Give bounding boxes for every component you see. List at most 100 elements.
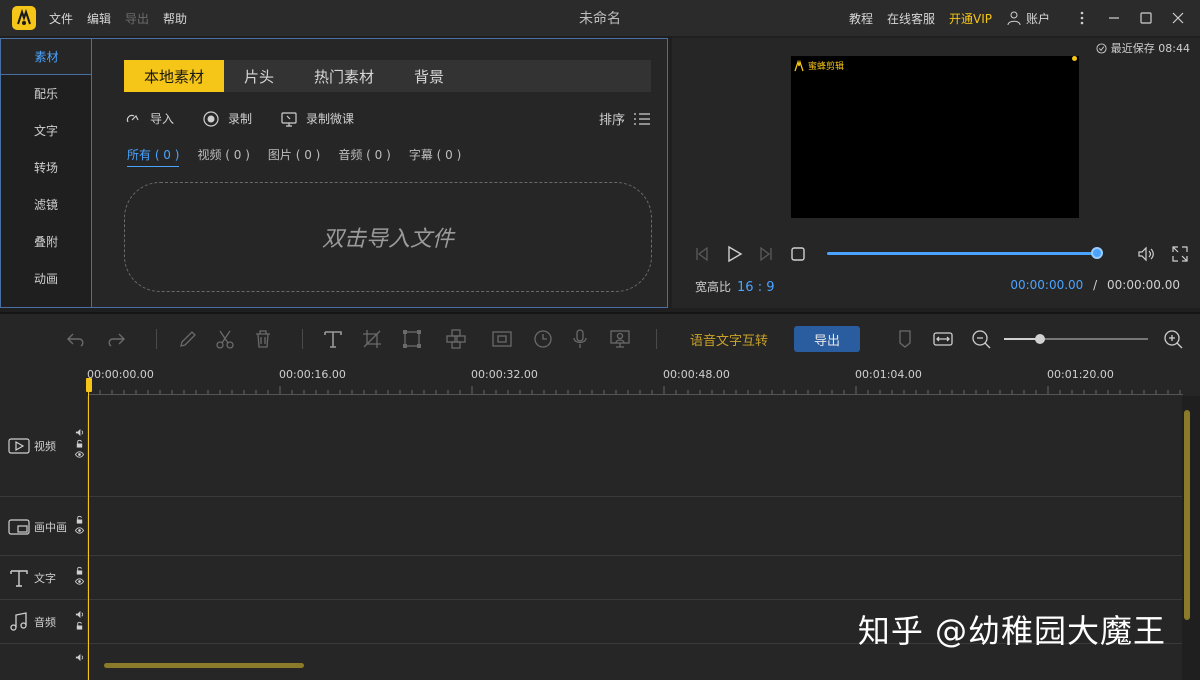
sidenav-transition[interactable]: 转场 (1, 149, 91, 186)
step-forward-icon (760, 246, 772, 262)
lock-icon[interactable] (75, 439, 84, 448)
material-panel: 素材 配乐 文字 转场 滤镜 叠附 动画 本地素材 片头 热门素材 背景 导入 … (0, 38, 668, 308)
menu-help[interactable]: 帮助 (163, 10, 187, 27)
voiceover-button[interactable] (568, 327, 592, 351)
zoom-out-button[interactable] (969, 327, 993, 351)
previous-frame-button[interactable] (692, 244, 712, 264)
playback-progress-bar[interactable] (827, 252, 1097, 255)
playhead-line[interactable] (88, 392, 89, 680)
sort-button[interactable]: 排序 (599, 109, 651, 128)
sidenav-filter[interactable]: 滤镜 (1, 186, 91, 223)
playback-progress-knob[interactable] (1091, 247, 1103, 259)
lock-icon[interactable] (75, 566, 84, 575)
track-picture-in-picture[interactable]: 画中画 (0, 497, 1182, 556)
minimize-button[interactable] (1098, 0, 1130, 36)
eye-icon[interactable] (75, 526, 84, 535)
online-support-link[interactable]: 在线客服 (887, 10, 935, 27)
stop-button[interactable] (788, 244, 808, 264)
ruler-tick-label: 00:00:48.00 (663, 368, 730, 381)
import-dropzone[interactable]: 双击导入文件 (124, 182, 652, 292)
zoom-slider-knob[interactable] (1035, 334, 1045, 344)
next-frame-button[interactable] (756, 244, 776, 264)
timeline-vertical-scrollbar[interactable] (1184, 410, 1190, 620)
lock-icon[interactable] (75, 621, 84, 630)
track-controls (75, 566, 84, 586)
fit-timeline-button[interactable] (931, 327, 955, 351)
tab-hot-material[interactable]: 热门素材 (294, 60, 394, 92)
zoom-in-button[interactable] (1161, 327, 1185, 351)
speed-button[interactable] (531, 327, 555, 351)
close-button[interactable] (1162, 0, 1194, 36)
fullscreen-button[interactable] (1170, 244, 1190, 264)
track-text[interactable]: 文字 (0, 556, 1182, 600)
ruler-tick-label: 00:00:00.00 (87, 368, 154, 381)
import-label: 导入 (150, 112, 175, 126)
record-course-button[interactable]: 录制微课 (280, 110, 354, 128)
app-logo-icon (12, 6, 36, 30)
timeline-horizontal-scrollbar[interactable] (104, 663, 304, 668)
vip-link[interactable]: 开通VIP (949, 10, 992, 27)
export-button[interactable]: 导出 (794, 326, 860, 352)
filter-video[interactable]: 视频 ( 0 ) (197, 146, 249, 167)
sidenav-animation[interactable]: 动画 (1, 260, 91, 297)
track-video[interactable]: 视频 (0, 396, 1182, 497)
undo-button[interactable] (64, 327, 88, 351)
tab-local-material[interactable]: 本地素材 (124, 60, 225, 92)
volume-button[interactable] (1136, 244, 1156, 264)
bee-logo-icon (794, 59, 804, 71)
menu-file[interactable]: 文件 (49, 10, 73, 27)
filter-audio[interactable]: 音频 ( 0 ) (338, 146, 390, 167)
frame-button[interactable] (490, 327, 514, 351)
menu-edit[interactable]: 编辑 (87, 10, 111, 27)
user-icon (1007, 11, 1021, 26)
speech-to-text-button[interactable]: 语音文字互转 (690, 330, 768, 349)
filter-subtitle[interactable]: 字幕 ( 0 ) (409, 146, 461, 167)
screen-record-icon (281, 111, 297, 127)
crop-button[interactable] (360, 327, 384, 351)
tab-background[interactable]: 背景 (394, 60, 464, 92)
mosaic-icon (446, 329, 466, 349)
record-course-label: 录制微课 (306, 112, 355, 126)
screen-capture-button[interactable] (608, 327, 632, 351)
timeline-ruler[interactable]: 00:00:00.00 00:00:16.00 00:00:32.00 00:0… (0, 362, 1200, 396)
sidenav-music[interactable]: 配乐 (1, 75, 91, 112)
volume-icon (1138, 246, 1154, 262)
ruler-tick-label: 00:01:04.00 (855, 368, 922, 381)
sidenav-material[interactable]: 素材 (1, 38, 92, 75)
undo-icon (67, 333, 84, 347)
mosaic-button[interactable] (444, 327, 468, 351)
frame-icon (492, 331, 512, 347)
record-button[interactable]: 录制 (202, 110, 252, 128)
tab-intro[interactable]: 片头 (224, 60, 294, 92)
aspect-ratio[interactable]: 宽高比 16 : 9 (695, 278, 774, 295)
play-icon (728, 245, 743, 263)
filter-image[interactable]: 图片 ( 0 ) (268, 146, 320, 167)
playhead-handle[interactable] (86, 378, 92, 392)
time-separator: / (1093, 278, 1098, 292)
sidenav-overlay[interactable]: 叠附 (1, 223, 91, 260)
redo-button[interactable] (104, 327, 128, 351)
marker-button[interactable] (893, 327, 917, 351)
tutorial-link[interactable]: 教程 (849, 10, 873, 27)
track-header: 画中画 (0, 497, 88, 555)
mute-icon[interactable] (75, 610, 84, 619)
sidenav-text[interactable]: 文字 (1, 112, 91, 149)
import-button[interactable]: 导入 (124, 110, 174, 128)
mute-icon[interactable] (75, 653, 84, 662)
eye-icon[interactable] (75, 577, 84, 586)
delete-button[interactable] (251, 327, 275, 351)
eye-icon[interactable] (75, 450, 84, 459)
menu-export[interactable]: 导出 (125, 10, 149, 27)
account-button[interactable]: 账户 (1006, 10, 1050, 27)
text-tool-button[interactable] (321, 327, 345, 351)
video-track-icon (8, 438, 30, 454)
more-options-button[interactable] (1066, 0, 1098, 36)
edit-button[interactable] (176, 327, 200, 351)
filter-all[interactable]: 所有 ( 0 ) (127, 146, 180, 167)
mute-icon[interactable] (75, 428, 84, 437)
play-button[interactable] (724, 244, 744, 264)
lock-icon[interactable] (75, 515, 84, 524)
cut-button[interactable] (213, 327, 237, 351)
maximize-button[interactable] (1130, 0, 1162, 36)
resize-button[interactable] (400, 327, 424, 351)
